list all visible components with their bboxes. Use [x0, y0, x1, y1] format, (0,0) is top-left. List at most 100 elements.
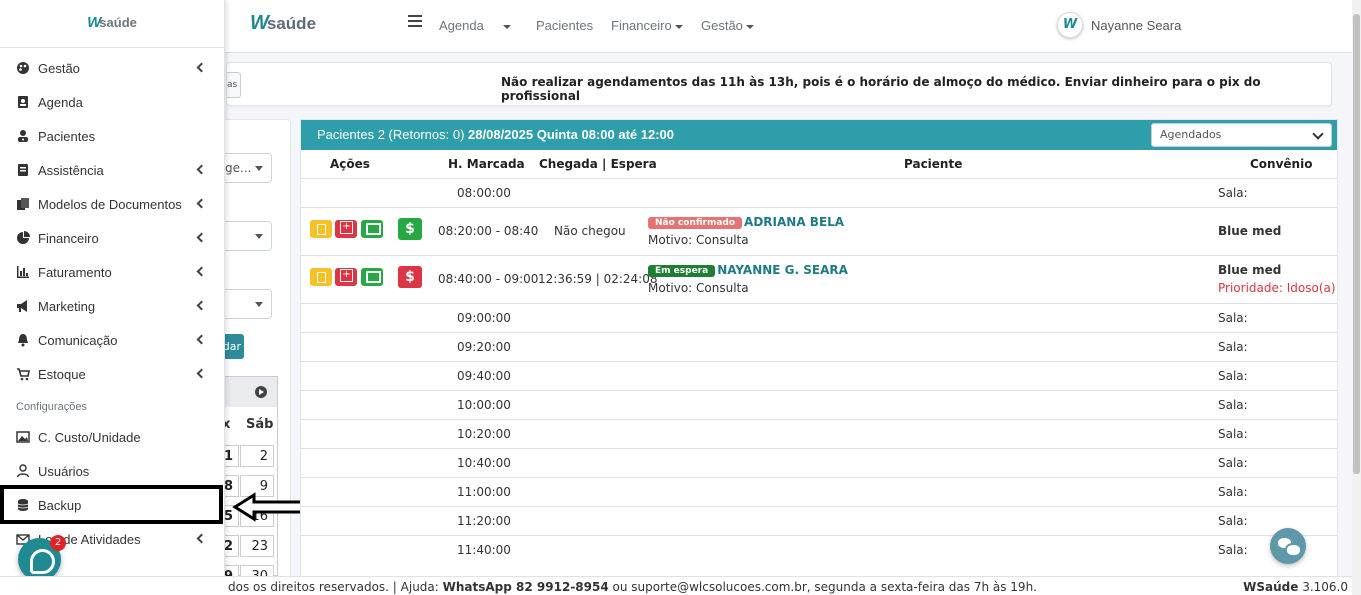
image-icon — [16, 430, 30, 444]
col-h-marcada: H. Marcada — [448, 157, 525, 171]
slot-room: Sala: — [1218, 543, 1248, 557]
sidebar-item-label: Marketing — [38, 299, 96, 314]
sidebar-item-label: Modelos de Documentos — [38, 197, 182, 212]
notice-text: Não realizar agendamentos das 11h às 13h… — [501, 75, 1261, 103]
calendar-day[interactable]: 23 — [240, 535, 274, 557]
time-slot-row[interactable]: 09:40:00 Sala: — [301, 361, 1337, 390]
sidebar-logo[interactable]: Wsaúde — [0, 0, 224, 48]
appointment-row[interactable]: 08:20:00 - 08:40 $ Não chegou Não confirmad… — [301, 207, 1337, 255]
schedule-header: Pacientes 2 (Retornos: 0) 28/08/2025 Qui… — [301, 120, 1337, 150]
sidebar-config-header: Configurações — [16, 401, 87, 413]
time-slot-row[interactable]: 10:00:00 Sala: — [301, 390, 1337, 419]
patient-cell: Em espera NAYANNE G. SEARA Motivo: Consult… — [648, 263, 848, 299]
chevron-left-icon — [196, 300, 207, 311]
time-slot-row[interactable]: 10:40:00 Sala: — [301, 448, 1337, 477]
status-badge: Não confirmado — [648, 217, 743, 229]
col-convenio: Convênio — [1250, 157, 1313, 171]
nav-agenda-dropdown-caret-icon[interactable] — [500, 18, 511, 33]
slot-room: Sala: — [1218, 369, 1248, 383]
arrival-wait: Não chegou — [554, 224, 626, 238]
telemedicine-button[interactable] — [361, 220, 383, 238]
sidebar-item-pacientes[interactable]: Pacientes — [0, 121, 225, 151]
sidebar-item-modelos-de-documentos[interactable]: Modelos de Documentos — [0, 189, 225, 219]
nav-gestao[interactable]: Gestão — [701, 18, 754, 33]
scrollbar-thumb[interactable] — [1353, 14, 1360, 474]
slot-time: 09:00:00 — [457, 311, 511, 325]
col-chegada-espera: Chegada | Espera — [539, 157, 657, 171]
schedule-filter-select[interactable]: Agendados — [1151, 123, 1332, 147]
sidebar-item-agenda[interactable]: Agenda — [0, 87, 225, 117]
nav-pacientes[interactable]: Pacientes — [536, 18, 593, 33]
chevron-left-icon — [196, 533, 207, 544]
patient-cell: Não confirmado ADRIANA BELA Motivo: Consul… — [648, 215, 844, 251]
checkin-button[interactable] — [310, 268, 332, 286]
medical-record-button[interactable] — [335, 220, 357, 238]
user-doctor-icon — [16, 129, 30, 143]
sidebar-item-gestao[interactable]: Gestão — [0, 53, 225, 83]
slot-room: Sala: — [1218, 427, 1248, 441]
payment-button[interactable]: $ — [398, 218, 422, 240]
sidebar-item-assistencia[interactable]: Assistência — [0, 155, 225, 185]
telemedicine-button[interactable] — [361, 268, 383, 286]
arrival-wait: 12:36:59 | 02:24:08 — [538, 272, 658, 286]
chevron-left-icon — [196, 198, 207, 209]
notebook-icon — [16, 163, 30, 177]
calendar-day[interactable]: 2 — [240, 445, 274, 467]
time-slot-row[interactable]: 11:20:00 Sala: — [301, 506, 1337, 535]
sidebar-item-label: Estoque — [38, 367, 86, 382]
nav-financeiro[interactable]: Financeiro — [611, 18, 683, 33]
slot-room: Sala: — [1218, 340, 1248, 354]
calendar-next-icon[interactable] — [255, 386, 267, 398]
sidebar-item-usuarios[interactable]: Usuários — [0, 456, 225, 486]
user-name[interactable]: Nayanne Seara — [1091, 18, 1181, 33]
footer-text: dos os direitos reservados. | Ajuda: Wha… — [228, 580, 1037, 594]
chat-bubbles-icon[interactable] — [1270, 528, 1306, 564]
slot-time: 10:20:00 — [457, 427, 511, 441]
chat-unread-badge: 2 — [50, 535, 66, 551]
time-slot-row[interactable]: 11:00:00 Sala: — [301, 477, 1337, 506]
schedule-title: Pacientes 2 (Retornos: 0) 28/08/2025 Qui… — [317, 127, 674, 142]
user-avatar[interactable]: W — [1057, 12, 1083, 38]
nav-agenda[interactable]: Agenda — [439, 18, 484, 33]
chevron-left-icon — [196, 62, 207, 73]
slot-time: 08:40:00 - 09:00 — [438, 272, 539, 286]
checkin-button[interactable] — [310, 220, 332, 238]
footer-version: WSaúde 3.106.0 — [1243, 580, 1348, 594]
slot-room: Sala: — [1218, 186, 1248, 200]
user-icon — [16, 464, 30, 478]
chevron-left-icon — [196, 266, 207, 277]
patient-name-link[interactable]: ADRIANA BELA — [744, 215, 844, 229]
sidebar-item-estoque[interactable]: Estoque — [0, 359, 225, 389]
sidebar-item-financeiro[interactable]: Financeiro — [0, 223, 225, 253]
appointment-row[interactable]: 08:40:00 - 09:00 $12:36:59 | 02:24:08Em e… — [301, 255, 1337, 303]
sidebar-item-label: Agenda — [38, 95, 83, 110]
sidebar-item-label: Faturamento — [38, 265, 112, 280]
insurance-name: Blue med — [1218, 224, 1282, 238]
time-slot-row[interactable]: 11:40:00 Sala: — [301, 535, 1337, 564]
time-slot-row[interactable]: 09:20:00 Sala: — [301, 332, 1337, 361]
patient-name-link[interactable]: NAYANNE G. SEARA — [717, 263, 848, 277]
contact-book-icon — [16, 95, 30, 109]
time-slot-row[interactable]: 09:00:00 Sala: — [301, 303, 1337, 332]
slot-time: 08:20:00 - 08:40 — [438, 224, 539, 238]
time-slot-row[interactable]: 10:20:00 Sala: — [301, 419, 1337, 448]
hamburger-menu-icon[interactable] — [408, 15, 422, 27]
sidebar-item-faturamento[interactable]: Faturamento — [0, 257, 225, 287]
sidebar-item-comunicacao[interactable]: Comunicação — [0, 325, 225, 355]
payment-button[interactable]: $ — [398, 266, 422, 288]
medical-record-button[interactable] — [335, 268, 357, 286]
slot-room: Sala: — [1218, 456, 1248, 470]
sidebar-item-label: Financeiro — [38, 231, 99, 246]
schedule-card: Pacientes 2 (Retornos: 0) 28/08/2025 Qui… — [300, 119, 1338, 579]
insurance-name: Blue med — [1218, 263, 1282, 277]
slot-time: 10:40:00 — [457, 456, 511, 470]
sidebar-item-marketing[interactable]: Marketing — [0, 291, 225, 321]
page-scrollbar[interactable] — [1352, 0, 1361, 595]
time-slot-row[interactable]: 08:00:00 Sala: — [301, 178, 1337, 207]
navbar-logo[interactable]: Wsaúde — [250, 12, 316, 35]
documents-icon — [16, 197, 30, 211]
notice-button[interactable]: as — [227, 72, 241, 98]
sidebar-item-c-custo-unidade[interactable]: C. Custo/Unidade — [0, 422, 225, 452]
slot-time: 09:20:00 — [457, 340, 511, 354]
bell-icon — [16, 333, 30, 347]
